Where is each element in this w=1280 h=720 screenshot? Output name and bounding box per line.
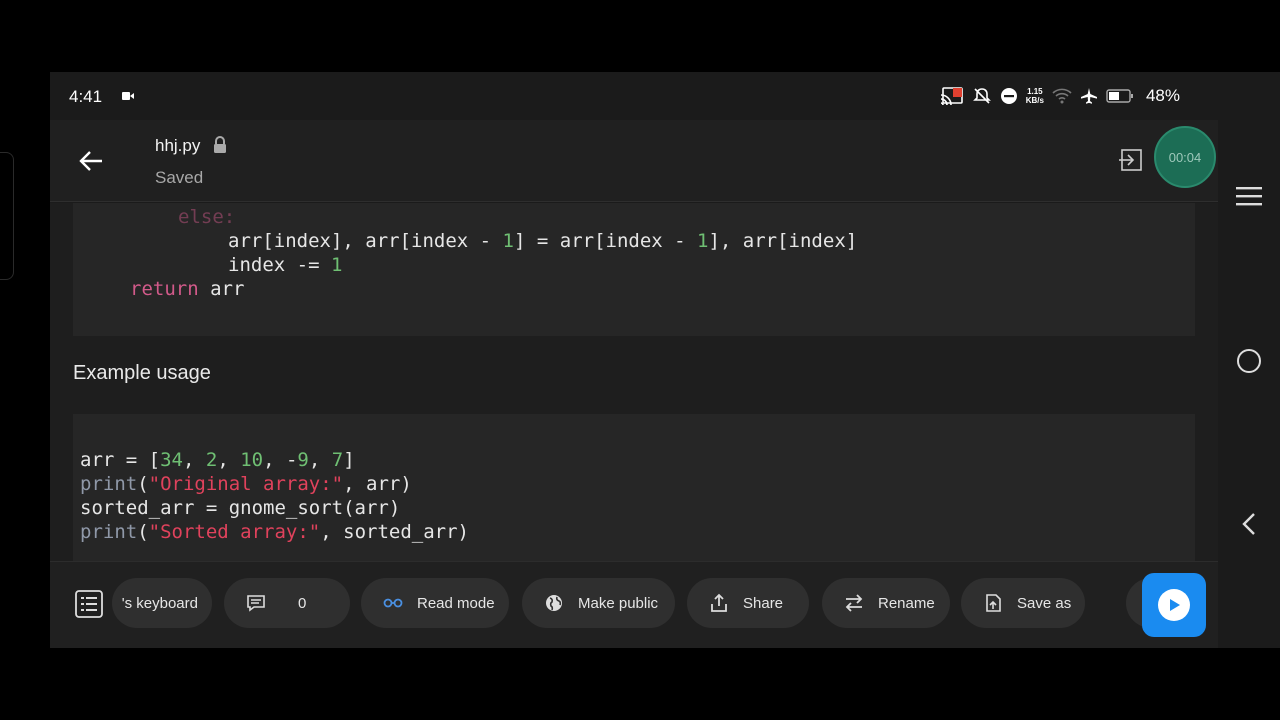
side-edge-handle [0,152,14,280]
code-text: index -= [228,254,331,276]
code-line: arr = [34, 2, 10, -9, 7] [80,448,355,472]
screen-record-timer[interactable]: 00:04 [1154,126,1216,188]
status-icons: 1.15 KB/s 48% [940,84,1180,108]
make-public-label: Make public [578,594,659,612]
code-line: print("Sorted array:", sorted_arr) [80,520,469,544]
lock-icon [214,136,226,153]
code-text: , - [263,449,298,471]
share-button[interactable]: Share [687,578,809,628]
system-nav-rail [1218,120,1280,648]
bell-muted-icon [972,88,991,104]
save-as-label: Save as [1017,594,1072,612]
network-speed-unit: KB/s [1025,96,1044,105]
code-text: ], arr[index] [708,230,858,252]
code-text: ] = arr[index - [514,230,698,252]
code-text: , sorted_arr) [320,521,469,543]
make-public-button[interactable]: Make public [522,578,675,628]
run-button[interactable] [1142,573,1206,637]
code-string: "Original array:" [148,473,344,495]
status-bar: 4:41 1.15 KB/s 48% [50,72,1280,120]
code-block-function[interactable]: else: arr[index], arr[index - 1] = arr[i… [73,203,1195,336]
comment-icon [246,593,266,613]
do-not-disturb-icon [1000,88,1017,104]
network-speed-value: 1.15 [1027,87,1043,96]
keyboard-chip[interactable]: 's keyboard [112,578,212,628]
comments-count: 0 [298,594,307,612]
video-record-icon [122,92,134,100]
code-number: 7 [331,449,344,471]
code-string: "Sorted array:" [148,521,321,543]
code-number: 34 [160,449,183,471]
code-number: 2 [205,449,218,471]
read-mode-button[interactable]: Read mode [361,578,509,628]
nav-back-chevron-icon[interactable] [1238,512,1260,536]
save-as-button[interactable]: Save as [961,578,1085,628]
code-text: ] [343,449,355,471]
play-icon [1158,589,1190,621]
keyboard-label: 's keyboard [121,594,198,612]
rename-label: Rename [878,594,935,612]
code-block-example[interactable]: arr = [34, 2, 10, -9, 7] print("Original… [73,414,1195,561]
save-as-icon [983,593,1003,613]
code-keyword: return [130,278,199,300]
code-text: , [308,449,332,471]
code-text: ( [137,521,149,543]
bottom-toolbar: 's keyboard 0 Read mode Make public Shar [50,561,1218,648]
network-speed: 1.15 KB/s [1026,87,1044,105]
code-number: 10 [240,449,264,471]
code-line: arr[index], arr[index - 1] = arr[index -… [228,229,857,253]
list-outline-icon[interactable] [74,589,104,619]
comments-button[interactable]: 0 [224,578,350,628]
code-line: return arr [130,277,244,301]
code-text: sorted_arr = gnome_sort(arr) [80,497,401,519]
glasses-icon [383,593,403,613]
code-text: , arr) [343,473,412,495]
file-name[interactable]: hhj.py [155,136,200,156]
battery-percent: 48% [1145,86,1180,105]
wifi-icon [1052,88,1072,104]
cast-icon [940,87,963,106]
save-status: Saved [155,168,204,187]
airplane-mode-icon [1080,88,1097,104]
code-number: 1 [697,230,709,252]
code-text: ( [137,473,149,495]
code-text: , [217,449,241,471]
back-button[interactable] [74,144,108,178]
code-text: , [182,449,206,471]
status-time: 4:41 [69,87,103,106]
exit-icon[interactable] [1118,147,1144,173]
code-line: print("Original array:", arr) [80,472,412,496]
code-number: 1 [502,230,514,252]
code-number: 9 [297,449,309,471]
code-line: index -= 1 [228,253,342,277]
rename-button[interactable]: Rename [822,578,950,628]
code-text: arr = [ [80,449,161,471]
read-mode-label: Read mode [417,594,495,612]
code-number: 1 [330,254,343,276]
app-screen: 4:41 1.15 KB/s 48% hhj.py Saved 00:04 el… [50,72,1280,648]
code-text: arr [198,278,245,300]
code-keyword: else: [178,206,236,228]
document-content[interactable]: else: arr[index], arr[index - 1] = arr[i… [50,203,1218,561]
code-line: sorted_arr = gnome_sort(arr) [80,496,400,520]
hamburger-menu-icon[interactable] [1235,185,1263,207]
app-bar: hhj.py Saved 00:04 [50,120,1218,202]
share-label: Share [743,594,784,612]
globe-icon [544,593,564,613]
home-circle-icon[interactable] [1237,349,1261,373]
code-builtin: print [80,521,138,543]
battery-icon [1106,89,1133,103]
code-builtin: print [80,473,138,495]
code-text: arr[index], arr[index - [228,230,503,252]
arrow-left-icon [79,151,102,171]
code-line: else: [178,205,235,229]
share-upload-icon [709,593,729,613]
swap-arrows-icon [844,593,864,613]
section-heading: Example usage [73,362,211,384]
